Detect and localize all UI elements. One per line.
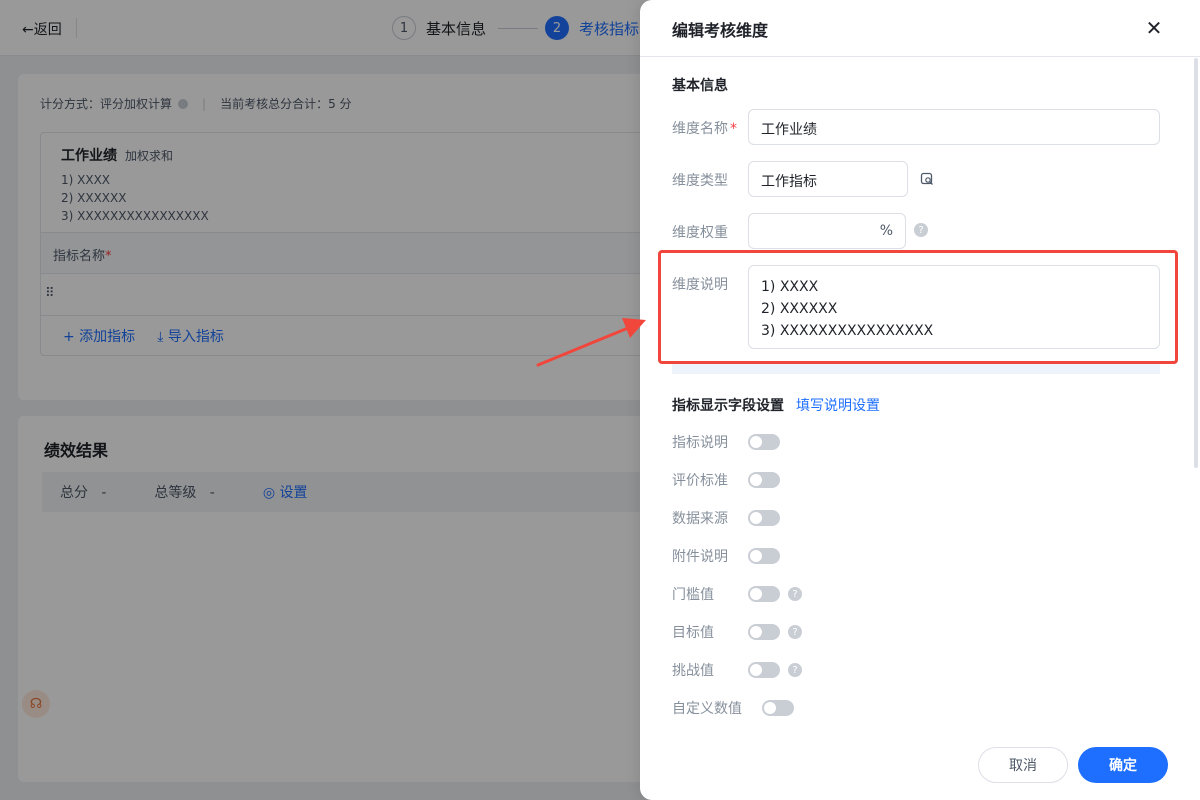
drawer-title: 编辑考核维度 — [672, 21, 769, 40]
toggle-row-threshold: 门槛值 — [672, 584, 714, 604]
edit-dimension-drawer: 编辑考核维度 ✕ 基本信息 维度名称 * 工作业绩 维度类型 工作指标 维度权重 … — [640, 0, 1200, 800]
toggle-row-data-source: 数据来源 — [672, 508, 728, 528]
challenge-help-icon[interactable]: ? — [788, 663, 802, 677]
annotation-highlight-box — [658, 250, 1178, 364]
target-switch[interactable] — [748, 624, 780, 640]
toggle-label: 附件说明 — [672, 549, 728, 565]
select-dimension-icon[interactable] — [920, 172, 934, 186]
toggle-label: 挑战值 — [672, 663, 714, 679]
dimension-type-input[interactable]: 工作指标 — [748, 161, 908, 197]
toggle-row-challenge: 挑战值 — [672, 660, 714, 680]
toggle-label: 评价标准 — [672, 473, 728, 489]
confirm-button[interactable]: 确定 — [1078, 747, 1168, 783]
indicator-desc-switch[interactable] — [748, 434, 780, 450]
fill-instructions-link[interactable]: 填写说明设置 — [796, 395, 880, 415]
attachment-switch[interactable] — [748, 548, 780, 564]
target-help-icon[interactable]: ? — [788, 625, 802, 639]
toggle-row-custom-value: 自定义数值 — [672, 698, 742, 718]
custom-value-switch[interactable] — [762, 700, 794, 716]
toggle-label: 目标值 — [672, 625, 714, 641]
dimension-type-value: 工作指标 — [761, 174, 817, 190]
display-fields-section-title: 指标显示字段设置 — [672, 398, 784, 414]
toggle-label: 自定义数值 — [672, 701, 742, 717]
dimension-name-input[interactable]: 工作业绩 — [748, 109, 1160, 145]
toggle-row-indicator-desc: 指标说明 — [672, 432, 728, 452]
dimension-name-label-text: 维度名称 — [672, 121, 728, 137]
cancel-button[interactable]: 取消 — [978, 747, 1068, 783]
toggle-label: 指标说明 — [672, 435, 728, 451]
dimension-name-value: 工作业绩 — [761, 122, 817, 138]
toggle-label: 数据来源 — [672, 511, 728, 527]
toggle-row-target: 目标值 — [672, 622, 714, 642]
evaluation-standard-switch[interactable] — [748, 472, 780, 488]
dimension-type-label: 维度类型 — [672, 173, 728, 189]
weight-help-icon[interactable]: ? — [914, 223, 928, 237]
data-source-switch[interactable] — [748, 510, 780, 526]
threshold-help-icon[interactable]: ? — [788, 587, 802, 601]
required-mark: * — [730, 121, 737, 137]
dimension-name-label: 维度名称 * — [672, 118, 737, 138]
close-icon[interactable]: ✕ — [1142, 16, 1166, 40]
dimension-weight-label: 维度权重 — [672, 225, 728, 241]
drawer-header: 编辑考核维度 ✕ — [640, 0, 1200, 57]
dimension-weight-input[interactable]: % — [748, 213, 906, 249]
challenge-switch[interactable] — [748, 662, 780, 678]
toggle-row-attachment: 附件说明 — [672, 546, 728, 566]
scrollbar[interactable] — [1194, 58, 1198, 468]
basic-info-section-title: 基本信息 — [672, 78, 728, 94]
toggle-row-evaluation-standard: 评价标准 — [672, 470, 728, 490]
percent-suffix: % — [879, 223, 893, 239]
toggle-label: 门槛值 — [672, 587, 714, 603]
threshold-switch[interactable] — [748, 586, 780, 602]
